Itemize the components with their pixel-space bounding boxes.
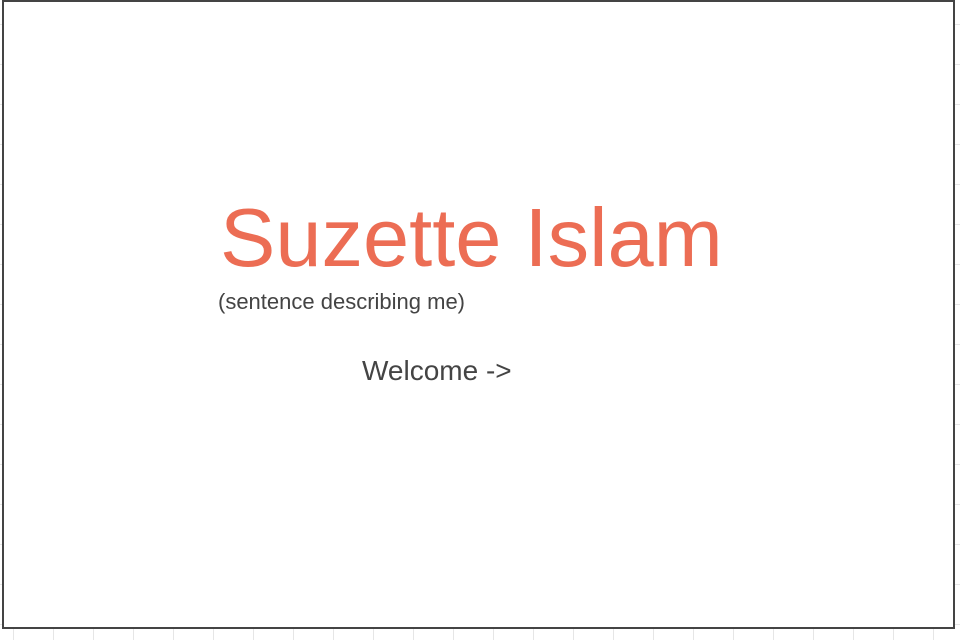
hero-tagline: (sentence describing me): [218, 289, 466, 314]
landing-frame: Suzette Islam (sentence describing me) W…: [2, 0, 955, 629]
hero-name: Suzette Islam: [220, 191, 723, 284]
welcome-link[interactable]: Welcome ->: [362, 354, 512, 388]
